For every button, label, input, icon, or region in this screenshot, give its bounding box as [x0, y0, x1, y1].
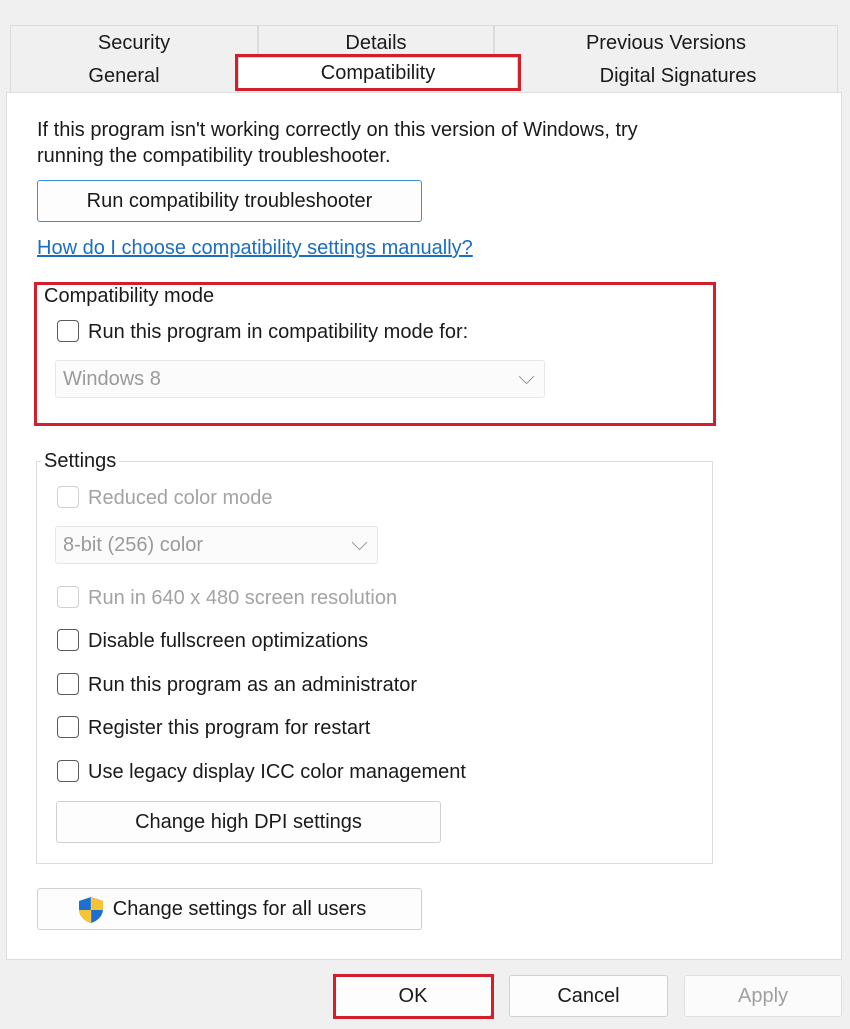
legacy-icc-label: Use legacy display ICC color management: [88, 761, 466, 783]
tab-general-label: General: [88, 65, 160, 87]
cancel-button[interactable]: Cancel: [509, 975, 668, 1017]
tab-digital-signatures-label: Digital Signatures: [599, 65, 757, 87]
tab-previous-versions[interactable]: Previous Versions: [494, 25, 838, 59]
disable-fullscreen-checkbox[interactable]: [57, 629, 79, 651]
apply-label: Apply: [737, 984, 789, 1007]
disable-fullscreen-label: Disable fullscreen optimizations: [88, 630, 369, 652]
compat-mode-legend: Compatibility mode: [41, 285, 218, 308]
reduced-color-label: Reduced color mode: [88, 487, 273, 509]
reduced-color-checkbox[interactable]: [57, 486, 79, 508]
run-as-admin-label: Run this program as an administrator: [88, 674, 418, 696]
tab-compatibility[interactable]: Compatibility: [238, 57, 518, 91]
tab-details[interactable]: Details: [258, 25, 494, 59]
tab-general[interactable]: General: [10, 59, 238, 93]
os-version-select[interactable]: Windows 8: [55, 360, 545, 398]
settings-legend: Settings: [41, 450, 120, 473]
change-all-users-label: Change settings for all users: [112, 897, 367, 920]
apply-button[interactable]: Apply: [684, 975, 842, 1017]
tab-details-label: Details: [345, 32, 407, 54]
os-version-value: Windows 8: [63, 367, 161, 390]
run-640-label: Run in 640 x 480 screen resolution: [88, 587, 398, 609]
compat-mode-checkbox[interactable]: [57, 320, 79, 342]
color-depth-select[interactable]: 8-bit (256) color: [55, 526, 378, 564]
cancel-label: Cancel: [557, 984, 620, 1007]
register-restart-label: Register this program for restart: [88, 717, 371, 739]
intro-line-2: running the compatibility troubleshooter…: [37, 145, 391, 167]
intro-line-1: If this program isn't working correctly …: [37, 119, 638, 141]
chevron-down-icon: [518, 368, 535, 385]
tab-compatibility-label: Compatibility: [320, 62, 436, 84]
tab-digital-signatures[interactable]: Digital Signatures: [518, 59, 838, 93]
change-all-users-button[interactable]: Change settings for all users: [37, 888, 422, 930]
ok-button[interactable]: OK: [334, 975, 492, 1017]
manual-settings-link[interactable]: How do I choose compatibility settings m…: [37, 237, 473, 260]
run-troubleshooter-button[interactable]: Run compatibility troubleshooter: [37, 180, 422, 222]
tab-security[interactable]: Security: [10, 25, 258, 59]
color-depth-value: 8-bit (256) color: [63, 533, 204, 556]
run-as-admin-checkbox[interactable]: [57, 673, 79, 695]
chevron-down-icon: [351, 534, 368, 551]
compat-mode-checkbox-label: Run this program in compatibility mode f…: [88, 321, 469, 343]
register-restart-checkbox[interactable]: [57, 716, 79, 738]
legacy-icc-checkbox[interactable]: [57, 760, 79, 782]
tab-security-label: Security: [97, 32, 171, 54]
tab-previous-versions-label: Previous Versions: [585, 32, 747, 54]
run-640-checkbox[interactable]: [57, 586, 79, 608]
uac-shield-icon: [79, 897, 103, 923]
ok-label: OK: [398, 984, 428, 1007]
change-high-dpi-label: Change high DPI settings: [135, 810, 362, 833]
run-troubleshooter-label: Run compatibility troubleshooter: [86, 189, 373, 212]
change-high-dpi-button[interactable]: Change high DPI settings: [56, 801, 441, 843]
